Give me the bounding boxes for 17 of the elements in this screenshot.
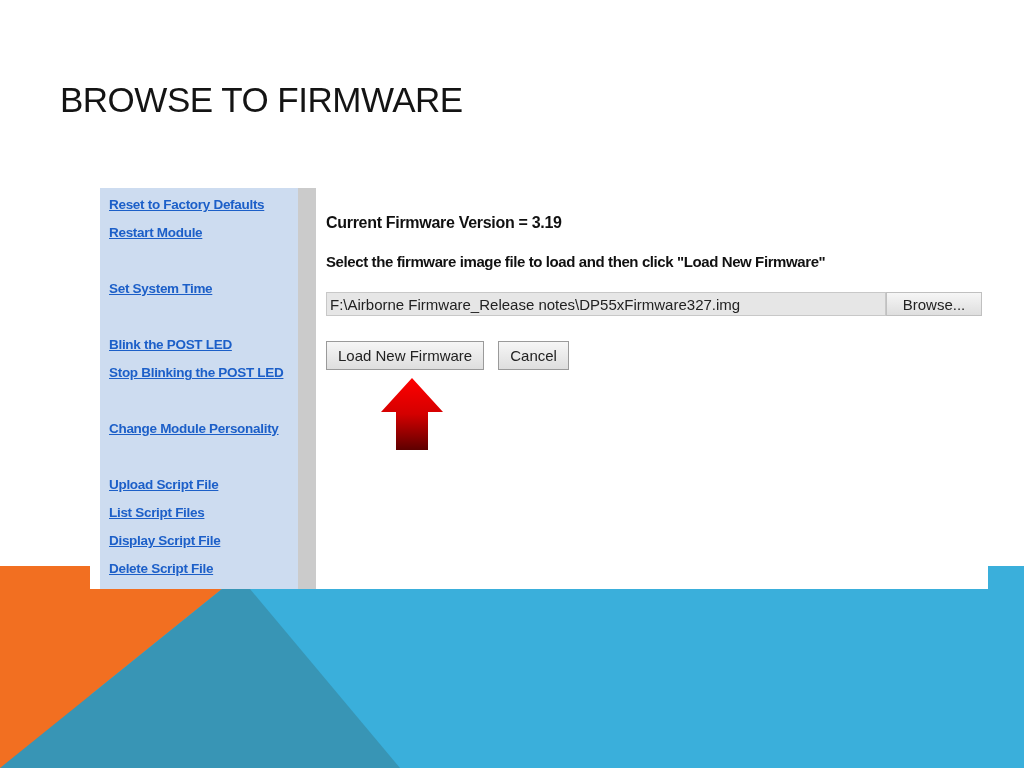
- sidebar-link[interactable]: Change Module Personality: [109, 415, 279, 443]
- sidebar-link[interactable]: Display Script File: [109, 527, 221, 555]
- sidebar-link[interactable]: List Script Files: [109, 499, 205, 527]
- sidebar-link[interactable]: Set System Time: [109, 275, 213, 303]
- load-firmware-button[interactable]: Load New Firmware: [326, 341, 485, 370]
- up-arrow-icon: [381, 378, 443, 450]
- sidebar-link[interactable]: Reset to Factory Defaults: [109, 191, 265, 219]
- sidebar-link[interactable]: Stop Blinking the POST LED: [109, 359, 284, 387]
- file-path-field[interactable]: F:\Airborne Firmware_Release notes\DP55xFirmware327.img: [326, 292, 886, 316]
- sidebar-link[interactable]: Blink the POST LED: [109, 331, 232, 359]
- sidebar-link[interactable]: Upload Script File: [109, 471, 219, 499]
- cancel-button[interactable]: Cancel: [498, 341, 569, 370]
- browse-button[interactable]: Browse...: [886, 292, 982, 316]
- sidebar-link[interactable]: Restart Module: [109, 219, 203, 247]
- instruction-text: Select the firmware image file to load and then click "Load New Firmware": [326, 253, 827, 270]
- sidebar-link[interactable]: Delete Script File: [109, 555, 214, 583]
- firmware-version-text: Current Firmware Version = 3.19: [326, 214, 563, 232]
